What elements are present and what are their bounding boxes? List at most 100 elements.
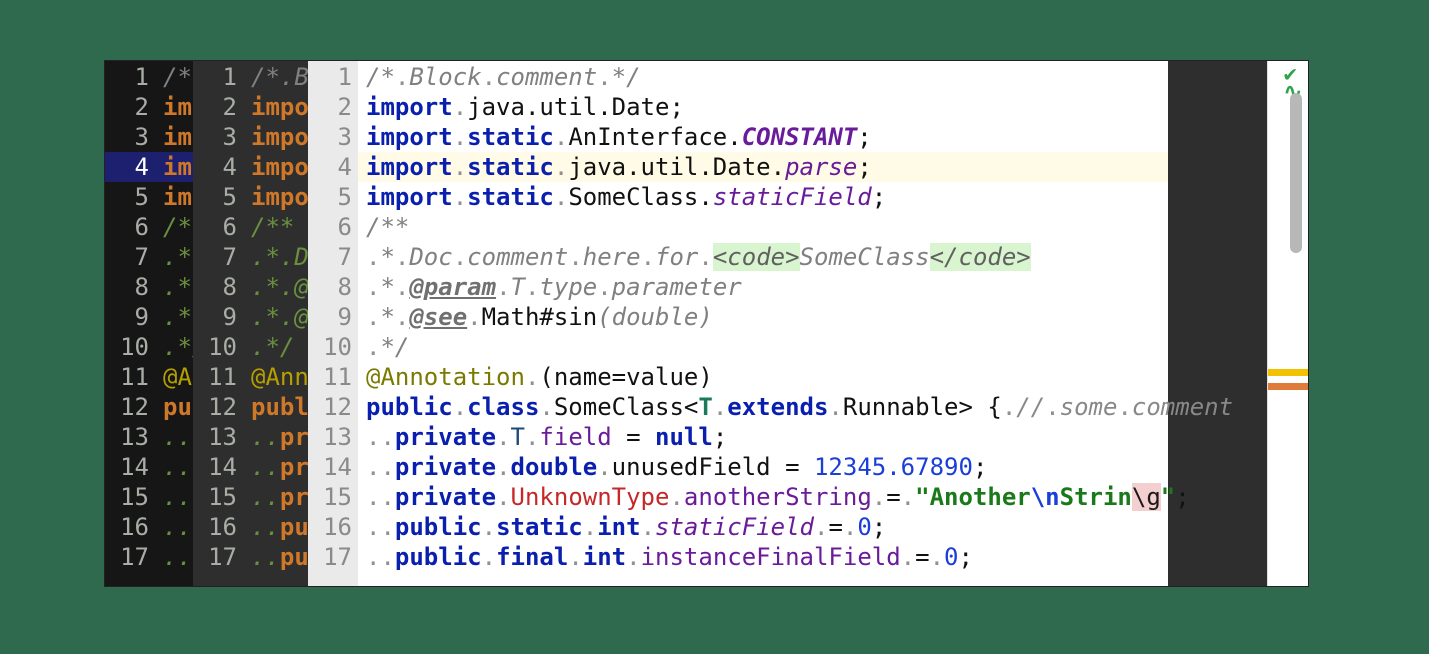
token: = <box>612 423 655 451</box>
line-number[interactable]: 12 <box>105 392 155 422</box>
line-number[interactable]: 17 <box>193 542 243 572</box>
line-number[interactable]: 4 <box>193 152 243 182</box>
line-number[interactable]: 1 <box>308 62 358 92</box>
token: (double) <box>597 303 713 331</box>
code-line[interactable]: ..public.final.int.instanceFinalField.=.… <box>358 542 1168 572</box>
line-number[interactable]: 5 <box>105 182 155 212</box>
line-number[interactable]: 8 <box>105 272 155 302</box>
code-line[interactable]: ..private.double.unusedField = 12345.678… <box>358 452 1168 482</box>
line-number[interactable]: 12 <box>308 392 358 422</box>
token: static <box>467 183 554 211</box>
line-number[interactable]: 6 <box>105 212 155 242</box>
line-number[interactable]: 8 <box>308 272 358 302</box>
line-number[interactable]: 4 <box>308 152 358 182</box>
token: /* <box>366 63 395 91</box>
token: = <box>828 513 842 541</box>
line-number[interactable]: 13 <box>105 422 155 452</box>
line-number[interactable]: 17 <box>105 542 155 572</box>
token: pu <box>280 543 309 571</box>
token: ; <box>872 513 886 541</box>
token: .. <box>163 513 192 541</box>
gutter-main[interactable]: 1234567891011121314151617 <box>308 61 358 586</box>
line-number[interactable]: 1 <box>193 62 243 92</box>
line-number[interactable]: 14 <box>193 452 243 482</box>
line-number[interactable]: 5 <box>308 182 358 212</box>
token: \n <box>1031 483 1060 511</box>
line-number[interactable]: 10 <box>308 332 358 362</box>
marker-error[interactable] <box>1268 383 1308 390</box>
line-number[interactable]: 10 <box>105 332 155 362</box>
line-number[interactable]: 12 <box>193 392 243 422</box>
code-line[interactable]: .*.@see.Math#sin(double) <box>358 302 1168 332</box>
code-line[interactable]: import.static.AnInterface.CONSTANT; <box>358 122 1168 152</box>
line-number[interactable]: 11 <box>308 362 358 392</box>
gutter-peek-2: 1234567891011121314151617 <box>193 61 243 586</box>
token: impo <box>251 183 309 211</box>
line-number[interactable]: 14 <box>105 452 155 482</box>
token: UnknownType <box>511 483 670 511</box>
line-number[interactable]: 11 <box>105 362 155 392</box>
token: . <box>568 543 582 571</box>
line-number[interactable]: 13 <box>308 422 358 452</box>
token: .. <box>366 453 395 481</box>
line-number[interactable]: 1 <box>105 62 155 92</box>
token: . <box>1045 393 1059 421</box>
code-main[interactable]: /*.Block.comment.*/import.java.util.Date… <box>358 61 1168 586</box>
marker-warning[interactable] <box>1268 369 1308 376</box>
code-line[interactable]: .*.@param.T.type.parameter <box>358 272 1168 302</box>
editor-main[interactable]: 1234567891011121314151617 /*.Block.comme… <box>308 61 1308 586</box>
line-number[interactable]: 6 <box>308 212 358 242</box>
line-number[interactable]: 4 <box>105 152 155 182</box>
token: 0 <box>944 543 958 571</box>
code-line[interactable]: import.static.java.util.Date.parse; <box>358 152 1168 182</box>
code-line[interactable]: ..private.UnknownType.anotherString.=."A… <box>358 482 1168 512</box>
token: /** <box>251 213 294 241</box>
line-number[interactable]: 9 <box>193 302 243 332</box>
token: . <box>843 513 857 541</box>
scrollbar-thumb[interactable] <box>1290 93 1302 253</box>
line-number[interactable]: 7 <box>105 242 155 272</box>
line-number[interactable]: 11 <box>193 362 243 392</box>
line-number[interactable]: 3 <box>105 122 155 152</box>
token: . <box>496 273 510 301</box>
code-line[interactable]: import.static.SomeClass.staticField; <box>358 182 1168 212</box>
line-number[interactable]: 16 <box>193 512 243 542</box>
line-number[interactable]: 16 <box>308 512 358 542</box>
line-number[interactable]: 7 <box>308 242 358 272</box>
line-number[interactable]: 9 <box>308 302 358 332</box>
line-number[interactable]: 3 <box>193 122 243 152</box>
line-number[interactable]: 8 <box>193 272 243 302</box>
line-number[interactable]: 2 <box>193 92 243 122</box>
code-line[interactable]: .*.Doc.comment.here.for.<code>SomeClass<… <box>358 242 1168 272</box>
line-number[interactable]: 10 <box>193 332 243 362</box>
line-number[interactable]: 14 <box>308 452 358 482</box>
code-line[interactable]: ..private.T.field = null; <box>358 422 1168 452</box>
line-number[interactable]: 17 <box>308 542 358 572</box>
line-number[interactable]: 3 <box>308 122 358 152</box>
line-number[interactable]: 2 <box>308 92 358 122</box>
token: import <box>366 123 453 151</box>
line-number[interactable]: 15 <box>308 482 358 512</box>
line-number[interactable]: 15 <box>193 482 243 512</box>
line-number[interactable]: 6 <box>193 212 243 242</box>
code-line[interactable]: @Annotation.(name=value) <box>358 362 1168 392</box>
line-number[interactable]: 13 <box>193 422 243 452</box>
token: null <box>655 423 713 451</box>
line-number[interactable]: 5 <box>193 182 243 212</box>
line-number[interactable]: 15 <box>105 482 155 512</box>
line-number[interactable]: 9 <box>105 302 155 332</box>
token: ; <box>872 183 886 211</box>
code-line[interactable]: /*.Block.comment.*/ <box>358 62 1168 92</box>
code-line[interactable]: ..public.static.int.staticField.=.0; <box>358 512 1168 542</box>
code-line[interactable]: import.java.util.Date; <box>358 92 1168 122</box>
marker-bar[interactable]: ✔∿ <box>1267 61 1308 586</box>
token: java.util.Date; <box>467 93 684 121</box>
token: ; <box>973 453 987 481</box>
code-line[interactable]: /** <box>358 212 1168 242</box>
code-line[interactable]: public.class.SomeClass<T.extends.Runnabl… <box>358 392 1168 422</box>
token: Doc <box>409 243 452 271</box>
line-number[interactable]: 7 <box>193 242 243 272</box>
line-number[interactable]: 2 <box>105 92 155 122</box>
code-line[interactable]: .*/ <box>358 332 1168 362</box>
line-number[interactable]: 16 <box>105 512 155 542</box>
